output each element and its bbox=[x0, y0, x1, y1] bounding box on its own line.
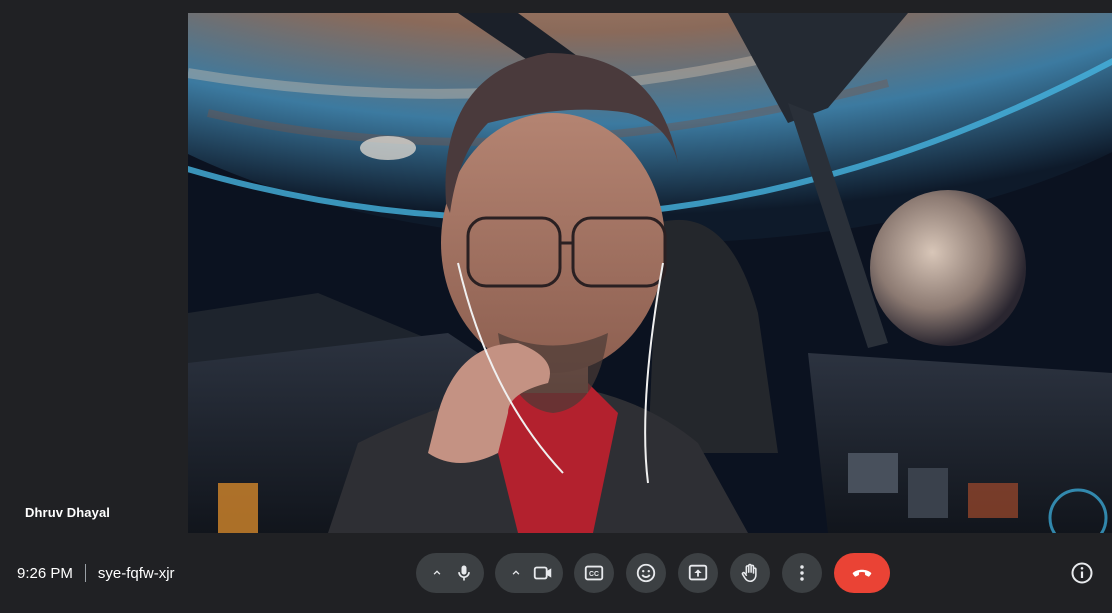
participant-name-label: Dhruv Dhayal bbox=[25, 505, 111, 520]
svg-text:CC: CC bbox=[589, 571, 599, 578]
microphone-control-group bbox=[416, 553, 484, 593]
camera-control-group bbox=[495, 553, 563, 593]
raise-hand-button[interactable] bbox=[730, 553, 770, 593]
camera-toggle-button[interactable] bbox=[524, 554, 562, 592]
emoji-icon bbox=[636, 563, 656, 583]
more-options-button[interactable] bbox=[782, 553, 822, 593]
leave-call-button[interactable] bbox=[834, 553, 890, 593]
microphone-icon bbox=[458, 565, 470, 581]
microphone-toggle-button[interactable] bbox=[445, 554, 483, 592]
meeting-time: 9:26 PM bbox=[17, 564, 73, 582]
present-screen-icon bbox=[688, 564, 708, 581]
phone-hangup-icon bbox=[852, 569, 872, 577]
reactions-button[interactable] bbox=[626, 553, 666, 593]
meeting-code: sye-fqfw-xjr bbox=[97, 564, 175, 582]
hand-icon bbox=[741, 563, 757, 583]
call-controls: CC bbox=[416, 553, 890, 593]
participant-video-tile bbox=[188, 13, 1112, 533]
meeting-details-button[interactable] bbox=[1068, 559, 1096, 587]
meet-window: Dhruv Dhayal 9:26 PM sye-fqfw-xjr CC bbox=[0, 0, 1112, 613]
meeting-details: 9:26 PM sye-fqfw-xjr bbox=[17, 563, 175, 583]
info-icon bbox=[1071, 562, 1093, 584]
present-now-button[interactable] bbox=[678, 553, 718, 593]
audio-options-chevron-up-icon[interactable] bbox=[416, 553, 444, 593]
video-options-chevron-up-icon[interactable] bbox=[495, 553, 523, 593]
more-vertical-icon bbox=[800, 565, 804, 581]
captions-button[interactable]: CC bbox=[574, 553, 614, 593]
video-camera-icon bbox=[533, 566, 552, 580]
participant-video-feed bbox=[188, 13, 1112, 533]
closed-captions-icon: CC bbox=[584, 565, 604, 581]
meeting-info-divider bbox=[84, 564, 86, 582]
bottom-control-bar: 9:26 PM sye-fqfw-xjr CC bbox=[0, 533, 1112, 613]
